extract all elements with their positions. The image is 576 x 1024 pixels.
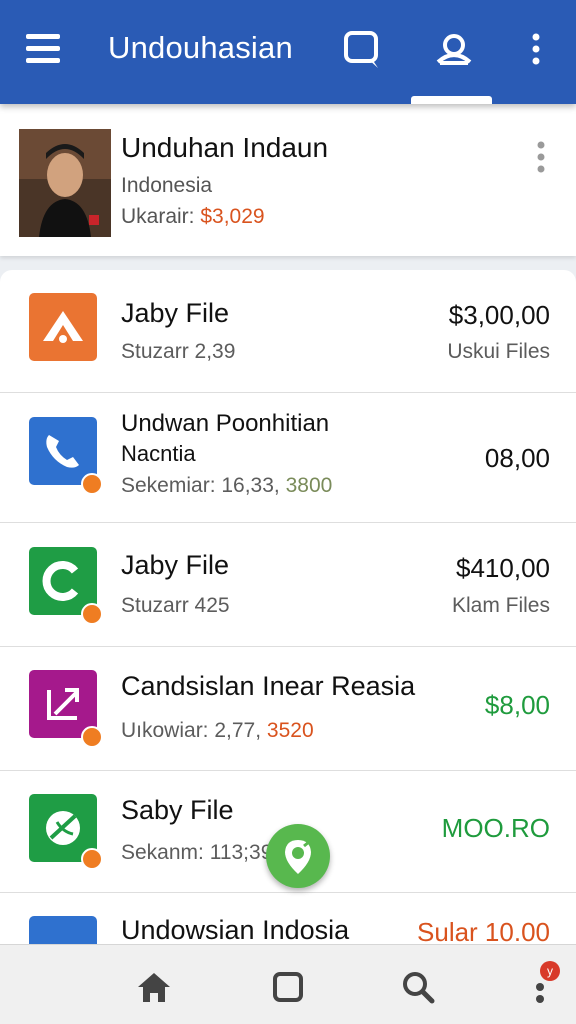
c-app-icon bbox=[29, 547, 103, 625]
profile-meta: Ukarair: $3,029 bbox=[121, 205, 265, 229]
profile-country: Indonesia bbox=[121, 174, 213, 197]
update-badge bbox=[81, 473, 103, 495]
profile-name: Unduhan Indaun bbox=[121, 132, 329, 163]
update-badge bbox=[81, 726, 103, 748]
item-subtitle-text: Sekemiar: 16,33, bbox=[121, 474, 286, 497]
item-price: $8,00 bbox=[484, 690, 550, 720]
notification-badge: y bbox=[540, 961, 560, 981]
home-icon[interactable] bbox=[134, 967, 174, 1007]
item-subtitle-text: Uıkowiar: 2,77, bbox=[121, 719, 267, 742]
item-title: Jaby File bbox=[121, 550, 230, 580]
item-subtitle-highlight: 3520 bbox=[266, 719, 314, 742]
item-title: Undowsian Indosia bbox=[121, 915, 350, 945]
item-price-sub: Klam Files bbox=[451, 594, 550, 617]
profile-meta-label: Ukarair: bbox=[121, 205, 201, 228]
list-item[interactable]: Candsislan Inear Reasia Uıkowiar: 2,77, … bbox=[0, 647, 576, 771]
item-subtitle: Stuzarr 2,39 bbox=[121, 340, 236, 363]
app-bar: Undouhasian bbox=[0, 0, 576, 104]
item-subtitle: Uıkowiar: 2,77, 3520 bbox=[121, 719, 314, 743]
profile-icon[interactable] bbox=[430, 26, 478, 74]
update-badge bbox=[81, 848, 103, 870]
item-subtitle: Sekanm: 113;39 bbox=[121, 841, 273, 864]
app-title: Undouhasian bbox=[108, 30, 293, 65]
list-item[interactable]: Jaby File Stuzarr 425 $410,00 Klam Files bbox=[0, 523, 576, 647]
item-title-line2: Nacntia bbox=[121, 441, 196, 466]
leaf-app-icon bbox=[29, 794, 103, 870]
item-title: Saby File bbox=[121, 795, 234, 825]
item-price: 08,00 bbox=[484, 443, 550, 473]
item-subtitle: Stuzarr 425 bbox=[121, 594, 230, 617]
avatar bbox=[19, 129, 111, 237]
bottom-navigation: y bbox=[0, 944, 576, 1024]
profile-card[interactable]: Unduhan Indaun Indonesia Ukarair: $3,029 bbox=[0, 104, 576, 256]
edit-box-app-icon bbox=[29, 670, 103, 748]
more-vert-icon[interactable] bbox=[512, 26, 560, 74]
search-icon[interactable] bbox=[398, 967, 438, 1007]
item-price: $410,00 bbox=[456, 553, 550, 583]
phone-app-icon bbox=[29, 417, 103, 495]
profile-meta-amount: $3,029 bbox=[200, 205, 265, 228]
menu-icon[interactable] bbox=[26, 34, 66, 68]
square-icon[interactable] bbox=[268, 967, 308, 1007]
item-price: MOO.RO bbox=[441, 813, 550, 843]
triangle-app-icon bbox=[29, 293, 97, 361]
item-title: Undwan Poonhitian bbox=[121, 410, 330, 437]
list-item[interactable]: Jaby File Stuzarr 2,39 $3,00,00 Uskui Fi… bbox=[0, 270, 576, 393]
update-badge bbox=[81, 603, 103, 625]
tab-indicator bbox=[411, 96, 492, 104]
item-title: Candsislan Inear Reasia bbox=[121, 671, 416, 701]
chat-icon[interactable] bbox=[338, 26, 386, 74]
item-subtitle: Sekemiar: 16,33, 3800 bbox=[121, 474, 332, 498]
item-price-sub: Uskui Files bbox=[447, 340, 550, 363]
item-title: Jaby File bbox=[121, 298, 230, 328]
location-pin-icon bbox=[285, 840, 311, 874]
item-price: $3,00,00 bbox=[448, 300, 550, 330]
floating-action-button[interactable] bbox=[266, 824, 330, 888]
item-subtitle-highlight: 3800 bbox=[285, 474, 333, 497]
more-vert-icon[interactable] bbox=[534, 140, 548, 176]
list-item[interactable]: Undwan Poonhitian Nacntia Sekemiar: 16,3… bbox=[0, 393, 576, 523]
